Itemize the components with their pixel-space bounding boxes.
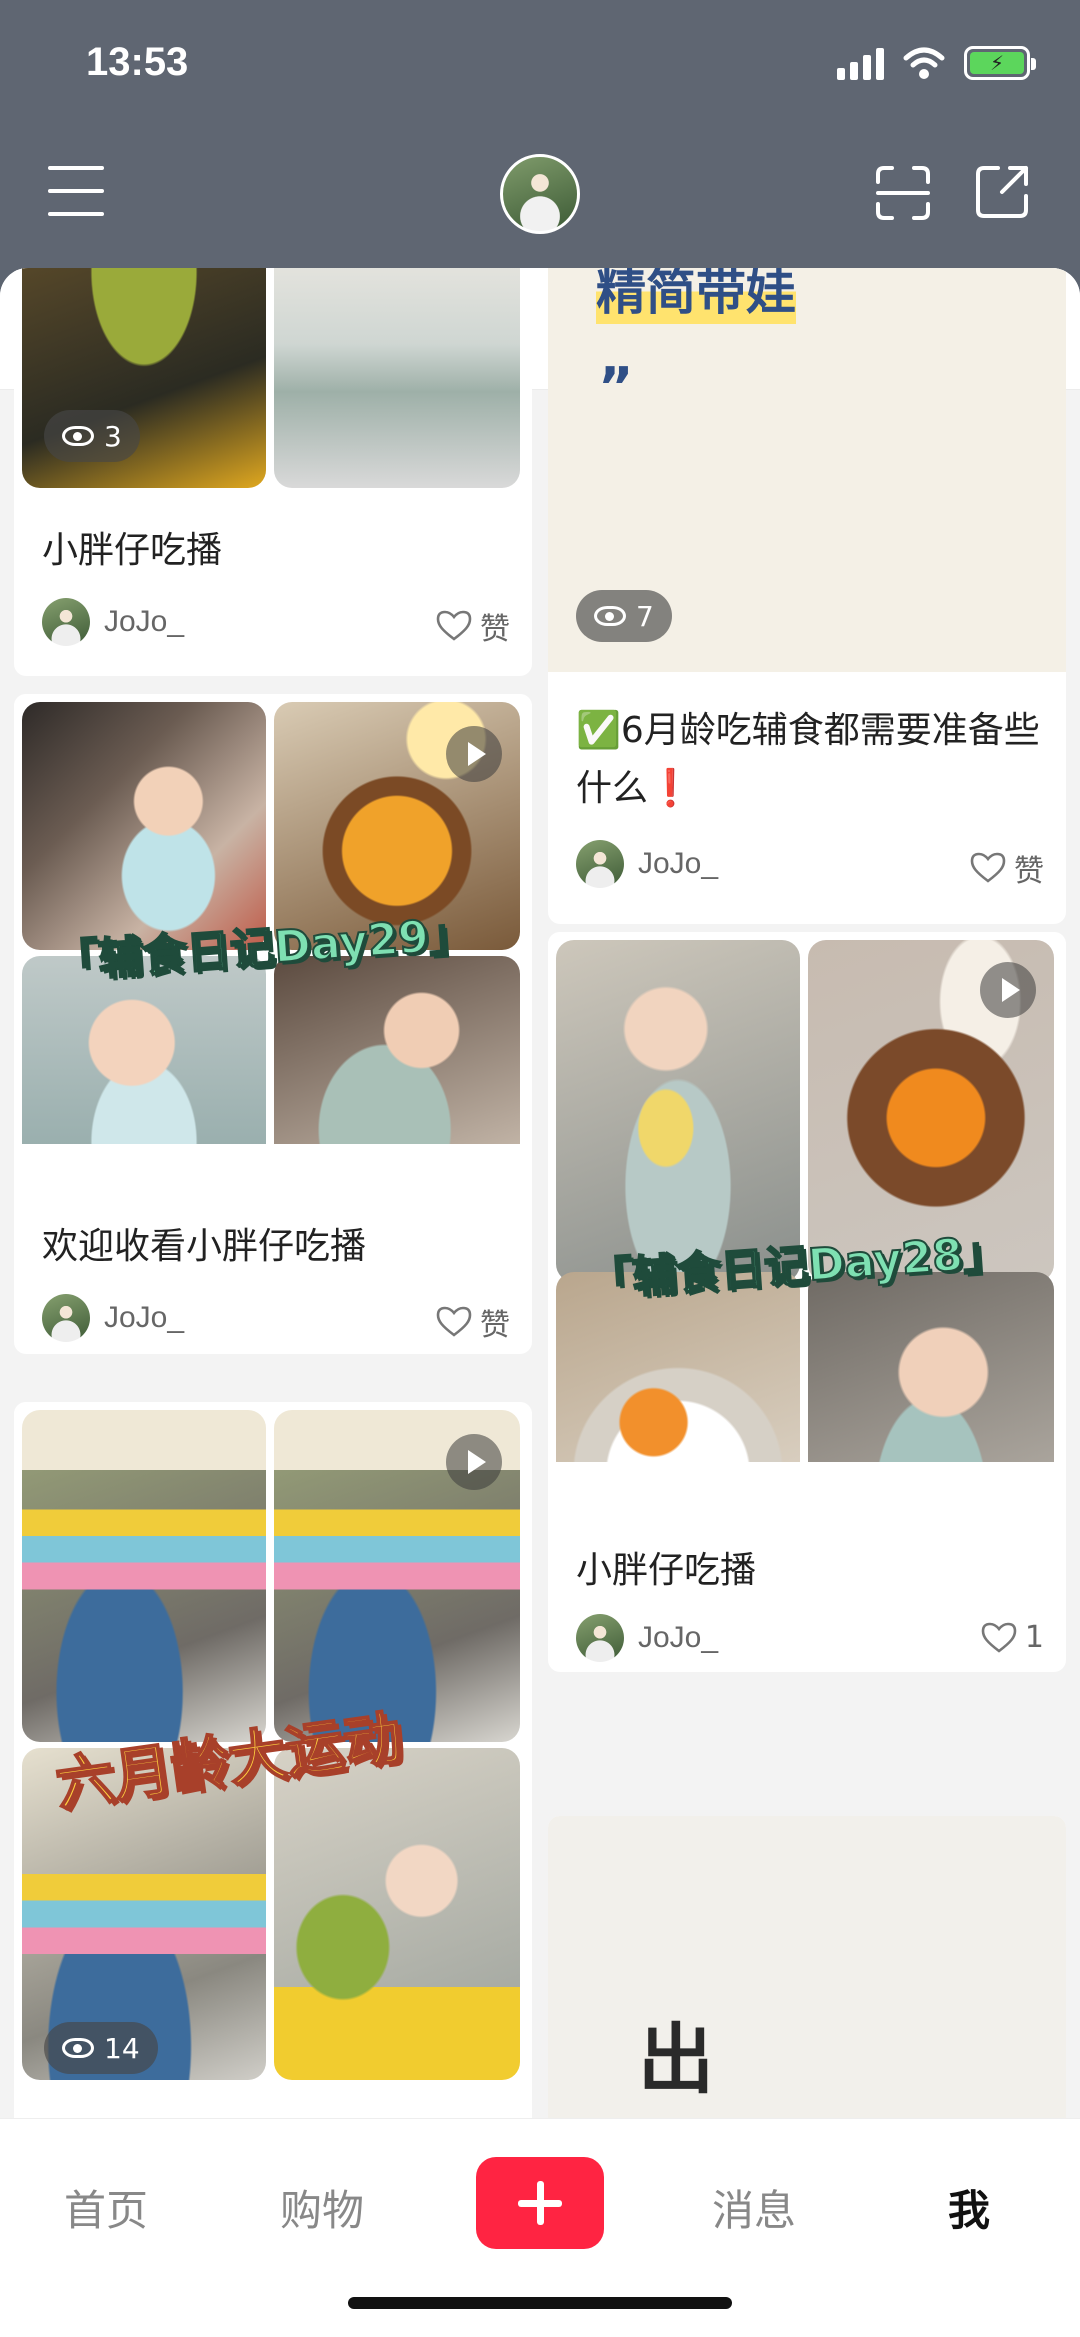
- eye-icon: [594, 606, 626, 626]
- like-count: 1: [1024, 1620, 1044, 1655]
- view-count: 14: [44, 2022, 158, 2074]
- heart-icon: [436, 1306, 472, 1337]
- content-panel: 笔记 收藏 赞过 3 小胖仔吃播 JoJo_ 赞: [0, 268, 1080, 2118]
- author-name: JoJo_: [638, 847, 719, 880]
- like-button[interactable]: 赞: [436, 604, 510, 648]
- note-title: 小胖仔吃播: [576, 1550, 757, 1591]
- nav-shopping[interactable]: 购物: [280, 2177, 364, 2238]
- wifi-icon: [903, 47, 945, 79]
- note-card[interactable]: 3 小胖仔吃播 JoJo_ 赞: [14, 268, 532, 676]
- note-card[interactable]: 出: [548, 1816, 1066, 2118]
- profile-header: [0, 140, 1080, 270]
- like-button[interactable]: 赞: [970, 846, 1044, 890]
- cover-photo: [556, 940, 800, 1282]
- share-icon[interactable]: [972, 162, 1032, 222]
- note-author[interactable]: JoJo_: [576, 840, 718, 888]
- note-card[interactable]: 「辅食日记Day29」 6 欢迎收看小胖仔吃播 JoJo_ 赞: [14, 694, 532, 1354]
- cover-photo: [22, 702, 266, 950]
- play-icon: [446, 726, 502, 782]
- note-card[interactable]: 精简带娃 ” 7 ✅6月龄吃辅食都需要准备些什么❗ JoJo_ 赞: [548, 268, 1066, 924]
- note-card[interactable]: 「辅食日记Day28」 13 小胖仔吃播 JoJo_ 1: [548, 932, 1066, 1672]
- cover-photo: [274, 1748, 520, 2080]
- cover-photo: [274, 268, 520, 488]
- view-count: 7: [576, 590, 672, 642]
- note-cover: 「辅食日记Day28」 13: [548, 932, 1066, 1462]
- like-count: 赞: [1014, 854, 1044, 889]
- cover-photo: [274, 956, 520, 1144]
- note-cover: 六月龄大运动 14: [14, 1402, 532, 2118]
- quote-mark: ”: [598, 356, 634, 419]
- note-author[interactable]: JoJo_: [42, 1294, 184, 1342]
- play-icon: [446, 1434, 502, 1490]
- like-button[interactable]: 赞: [436, 1300, 510, 1344]
- note-title-text: 6月龄吃辅食都需要准备些什么: [576, 710, 1040, 809]
- note-title: 小胖仔吃播: [42, 530, 223, 571]
- scan-icon[interactable]: [874, 164, 932, 222]
- play-icon: [980, 962, 1036, 1018]
- author-name: JoJo_: [104, 605, 185, 638]
- exclamation-emoji-icon: ❗: [648, 768, 693, 809]
- author-avatar: [576, 840, 624, 888]
- heart-icon: [436, 610, 472, 641]
- status-bar: 13:53 ⚡: [0, 0, 1080, 140]
- cover-photo: [808, 1272, 1054, 1462]
- check-emoji-icon: ✅: [576, 710, 621, 751]
- view-count-value: 3: [104, 419, 122, 453]
- view-count-value: 7: [636, 599, 654, 633]
- like-button[interactable]: 1: [981, 1620, 1044, 1655]
- heart-icon: [970, 852, 1006, 883]
- author-avatar: [576, 1614, 624, 1662]
- note-cover: 出: [548, 1816, 1066, 2118]
- view-count-value: 14: [104, 2031, 140, 2065]
- eye-icon: [62, 426, 94, 446]
- battery-icon: ⚡: [964, 46, 1036, 80]
- like-count: 赞: [480, 1308, 510, 1343]
- view-count: 3: [44, 410, 140, 462]
- note-card[interactable]: 六月龄大运动 14: [14, 1402, 532, 2118]
- cover-text: 精简带娃: [596, 268, 796, 324]
- status-icons: ⚡: [837, 46, 1036, 80]
- author-name: JoJo_: [104, 1301, 185, 1334]
- cover-text: 出: [638, 2015, 714, 2104]
- heart-icon: [981, 1622, 1017, 1653]
- avatar[interactable]: [500, 154, 580, 234]
- create-post-button[interactable]: [476, 2157, 604, 2249]
- nav-me[interactable]: 我: [948, 2177, 990, 2238]
- eye-icon: [62, 2038, 94, 2058]
- status-time: 13:53: [86, 40, 189, 84]
- author-name: JoJo_: [638, 1621, 719, 1654]
- note-cover: 「辅食日记Day29」 6: [14, 694, 532, 1144]
- cover-photo: [22, 1410, 266, 1742]
- like-count: 赞: [480, 612, 510, 647]
- author-avatar: [42, 598, 90, 646]
- menu-icon[interactable]: [48, 166, 104, 216]
- home-indicator: [348, 2297, 732, 2309]
- note-author[interactable]: JoJo_: [576, 1614, 718, 1662]
- note-title: ✅6月龄吃辅食都需要准备些什么❗: [576, 702, 1046, 818]
- nav-home[interactable]: 首页: [64, 2177, 148, 2238]
- nav-messages[interactable]: 消息: [712, 2177, 796, 2238]
- signal-icon: [837, 46, 884, 80]
- note-title: 欢迎收看小胖仔吃播: [42, 1226, 367, 1267]
- note-author[interactable]: JoJo_: [42, 598, 184, 646]
- note-cover: 3: [14, 268, 532, 490]
- note-cover: 精简带娃 ” 7: [548, 268, 1066, 672]
- author-avatar: [42, 1294, 90, 1342]
